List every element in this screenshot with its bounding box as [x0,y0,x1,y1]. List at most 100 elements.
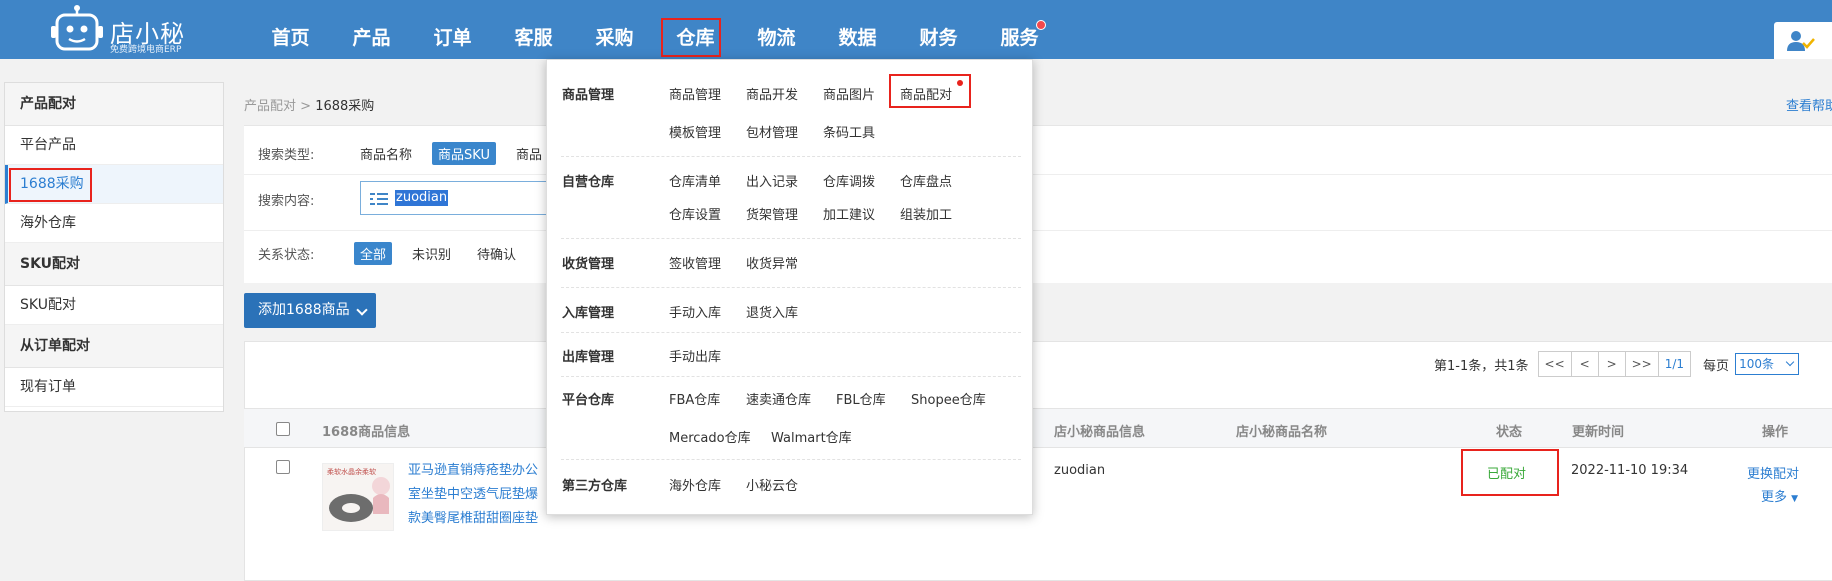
menu-link-fbl-warehouse[interactable]: FBL仓库 [836,389,886,408]
menu-link-stocktake[interactable]: 仓库盘点 [900,171,952,190]
pagination-last-button[interactable]: >> [1624,351,1659,377]
nav-customer-service[interactable]: 客服 [493,0,574,59]
menu-separator [561,156,1021,157]
product-title-link[interactable]: 亚马逊直销痔疮垫办公室坐垫中空透气屁垫爆款美臀尾椎甜甜圈座垫 [408,459,544,531]
per-page-select[interactable]: 100条 [1735,353,1800,375]
menu-link-mercado-warehouse[interactable]: Mercado仓库 [669,427,751,446]
per-page-label: 每页 [1703,358,1730,374]
menu-link-receiving-exceptions[interactable]: 收货异常 [746,253,798,272]
search-content-row: 搜索内容: zuodian [258,181,580,215]
nav-services[interactable]: 服务 [979,0,1060,59]
caret-down-icon: ▼ [1791,494,1799,504]
menu-link-product-dev[interactable]: 商品开发 [746,84,798,103]
relation-option-all[interactable]: 全部 [354,242,393,265]
pagination-summary: 第1-1条，共1条 [1434,358,1529,374]
change-match-link[interactable]: 更换配对 [1747,463,1799,482]
menu-link-manual-outbound[interactable]: 手动出库 [669,346,721,365]
menu-link-fba-warehouse[interactable]: FBA仓库 [669,389,720,408]
menu-link-inout-records[interactable]: 出入记录 [746,171,798,190]
nav-finance[interactable]: 财务 [898,0,979,59]
nav-logistics[interactable]: 物流 [736,0,817,59]
chevron-down-icon [1785,357,1795,367]
menu-link-assembly[interactable]: 组装加工 [900,204,952,223]
chevron-down-icon [356,304,368,316]
relation-option-pending[interactable]: 待确认 [471,242,522,265]
menu-separator [561,238,1021,239]
nav-home[interactable]: 首页 [250,0,331,59]
pagination-first-button[interactable]: << [1537,351,1572,377]
menu-link-shopee-warehouse[interactable]: Shopee仓库 [911,389,986,408]
sidebar-group-order-match: 从订单配对 [5,325,223,368]
menu-link-template-mgmt[interactable]: 模板管理 [669,122,721,141]
add-1688-product-button[interactable]: 添加1688商品 [244,293,376,328]
menu-section-product-mgmt: 商品管理 [562,88,615,103]
header-1688-info: 1688商品信息 [322,425,411,440]
nav-purchase[interactable]: 采购 [574,0,655,59]
warehouse-dropdown-menu: 商品管理 商品管理 商品开发 商品图片 商品配对 模板管理 包材管理 条码工具 … [546,59,1033,515]
menu-link-aliexpress-warehouse[interactable]: 速卖通仓库 [746,389,811,408]
menu-link-product-images[interactable]: 商品图片 [823,84,875,103]
menu-separator [561,332,1021,333]
menu-product-match-highlight [889,74,971,108]
menu-link-shelf-mgmt[interactable]: 货架管理 [746,204,798,223]
pagination-next-button[interactable]: > [1597,351,1626,377]
brand-logo[interactable]: 店小秘 免费跨境电商ERP [50,4,185,56]
menu-separator [561,376,1021,377]
menu-link-product-mgmt[interactable]: 商品管理 [669,84,721,103]
user-menu[interactable] [1774,22,1832,59]
sidebar-group-sku-match: SKU配对 [5,243,223,286]
menu-link-overseas-warehouse[interactable]: 海外仓库 [669,475,721,494]
sidebar-item-existing-orders[interactable]: 现有订单 [5,368,223,407]
sidebar-item-sku-match[interactable]: SKU配对 [5,286,223,325]
main-nav: 首页 产品 订单 客服 采购 仓库 物流 数据 财务 服务 [250,0,1060,59]
search-content-label: 搜索内容: [258,194,315,209]
nav-data[interactable]: 数据 [817,0,898,59]
sidebar-item-platform-products[interactable]: 平台产品 [5,126,223,165]
relation-option-unrecognized[interactable]: 未识别 [406,242,457,265]
product-thumbnail[interactable]: 柔软水晶余柔软 [322,463,394,531]
menu-link-manual-inbound[interactable]: 手动入库 [669,302,721,321]
menu-link-barcode-tool[interactable]: 条码工具 [823,122,875,141]
menu-link-packaging-mgmt[interactable]: 包材管理 [746,122,798,141]
search-type-option-more[interactable]: 商品 [510,142,548,165]
search-type-option-name[interactable]: 商品名称 [354,142,418,165]
product-image-caption: 柔软水晶余柔软 [327,467,376,476]
pagination-current-page[interactable]: 1/1 [1657,351,1692,377]
top-navbar: 店小秘 免费跨境电商ERP 首页 产品 订单 客服 采购 仓库 物流 数据 财务… [0,0,1832,59]
menu-link-processing-advice[interactable]: 加工建议 [823,204,875,223]
brand-subtitle: 免费跨境电商ERP [110,45,182,55]
list-filter-icon[interactable] [369,192,389,206]
row-checkbox[interactable] [276,460,290,474]
pagination-prev-button[interactable]: < [1570,351,1599,377]
relation-status-label: 关系状态: [258,248,315,263]
menu-section-third-party: 第三方仓库 [562,479,628,494]
add-1688-product-label: 添加1688商品 [258,302,350,318]
menu-section-own-warehouse: 自营仓库 [562,175,615,190]
menu-section-receiving: 收货管理 [562,257,615,272]
nav-services-label: 服务 [1000,27,1039,49]
help-link[interactable]: 查看帮助 [1786,95,1832,114]
breadcrumb-separator: > [300,99,312,114]
robot-logo-icon [51,5,103,51]
breadcrumb-parent[interactable]: 产品配对 [244,99,296,114]
menu-link-warehouse-transfer[interactable]: 仓库调拨 [823,171,875,190]
search-type-row: 搜索类型: 商品名称 商品SKU 商品 [258,142,562,165]
more-actions-label: 更多 [1761,490,1788,505]
menu-link-walmart-warehouse[interactable]: Walmart仓库 [771,427,852,446]
nav-orders[interactable]: 订单 [412,0,493,59]
more-actions-link[interactable]: 更多 ▼ [1761,486,1798,505]
menu-link-warehouse-list[interactable]: 仓库清单 [669,171,721,190]
product-image: 柔软水晶余柔软 [323,464,393,530]
sidebar-item-overseas-warehouse[interactable]: 海外仓库 [5,204,223,243]
select-all-checkbox[interactable] [276,422,290,436]
menu-link-warehouse-settings[interactable]: 仓库设置 [669,204,721,223]
nav-products[interactable]: 产品 [331,0,412,59]
user-verified-icon [1787,31,1815,51]
menu-link-cloud-warehouse[interactable]: 小秘云仓 [746,475,798,494]
filter-divider [244,230,1832,231]
search-type-option-sku[interactable]: 商品SKU [432,142,496,165]
menu-link-return-inbound[interactable]: 退货入库 [746,302,798,321]
nav-warehouse-highlight [661,18,721,57]
menu-link-sign-mgmt[interactable]: 签收管理 [669,253,721,272]
per-page-value: 100条 [1739,357,1774,371]
